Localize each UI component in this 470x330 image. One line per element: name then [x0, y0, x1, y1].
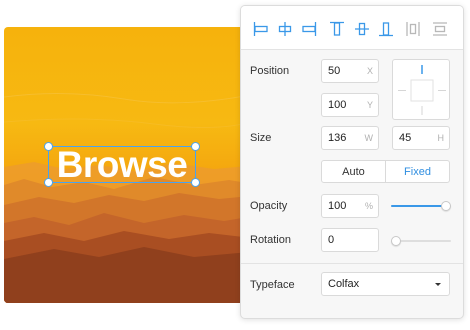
rotation-slider[interactable]: [391, 235, 451, 247]
align-bottom-icon[interactable]: [377, 20, 395, 38]
align-top-icon[interactable]: [328, 20, 346, 38]
position-label: Position: [250, 65, 290, 77]
align-vertical-center-icon[interactable]: [353, 20, 371, 38]
opacity-slider[interactable]: [391, 200, 451, 212]
rotation-value: 0: [328, 234, 335, 246]
position-x-value: 50: [328, 65, 341, 77]
size-height-value: 45: [399, 132, 412, 144]
opacity-unit: %: [364, 201, 373, 211]
resize-handle-bottom-left[interactable]: [44, 178, 53, 187]
selected-text-layer[interactable]: Browse: [44, 142, 200, 187]
section-divider: [241, 263, 463, 264]
inspector-panel: Position 50 X 100 Y Size 136 W 45 H Auto…: [240, 5, 464, 319]
opacity-slider-fill: [391, 205, 446, 207]
sizing-auto-option[interactable]: Auto: [322, 161, 385, 182]
opacity-value: 100: [328, 200, 347, 212]
position-x-unit: X: [366, 66, 373, 76]
rotation-slider-knob[interactable]: [391, 236, 401, 246]
align-left-icon[interactable]: [252, 20, 270, 38]
size-width-field[interactable]: 136 W: [321, 126, 379, 150]
artboard-canvas[interactable]: Browse: [4, 27, 260, 303]
size-height-field[interactable]: 45 H: [392, 126, 450, 150]
size-height-unit: H: [437, 133, 445, 143]
position-y-unit: Y: [366, 100, 373, 110]
sizing-mode-toggle[interactable]: Auto Fixed: [321, 160, 450, 183]
chevron-down-icon: [435, 283, 441, 286]
size-width-unit: W: [364, 133, 374, 143]
rotation-field[interactable]: 0: [321, 228, 379, 252]
align-horizontal-center-icon[interactable]: [276, 20, 294, 38]
resize-handle-bottom-right[interactable]: [191, 178, 200, 187]
rotation-label: Rotation: [250, 234, 291, 246]
position-y-value: 100: [328, 99, 347, 111]
typeface-value: Colfax: [328, 278, 360, 290]
alignment-toolbar: [241, 6, 463, 50]
distribute-horizontal-icon[interactable]: [404, 20, 422, 38]
opacity-field[interactable]: 100 %: [321, 194, 379, 218]
resize-handle-top-right[interactable]: [191, 142, 200, 151]
size-width-value: 136: [328, 132, 347, 144]
resize-handle-top-left[interactable]: [44, 142, 53, 151]
position-x-field[interactable]: 50 X: [321, 59, 379, 83]
opacity-slider-knob[interactable]: [441, 201, 451, 211]
sizing-fixed-option[interactable]: Fixed: [385, 161, 449, 182]
browse-text[interactable]: Browse: [49, 146, 195, 183]
align-right-icon[interactable]: [300, 20, 318, 38]
distribute-vertical-icon[interactable]: [431, 20, 449, 38]
typeface-select[interactable]: Colfax: [321, 272, 450, 296]
position-y-field[interactable]: 100 Y: [321, 93, 379, 117]
opacity-label: Opacity: [250, 200, 288, 212]
size-label: Size: [250, 132, 272, 144]
typeface-label: Typeface: [250, 279, 295, 291]
constraints-widget[interactable]: [392, 59, 450, 120]
